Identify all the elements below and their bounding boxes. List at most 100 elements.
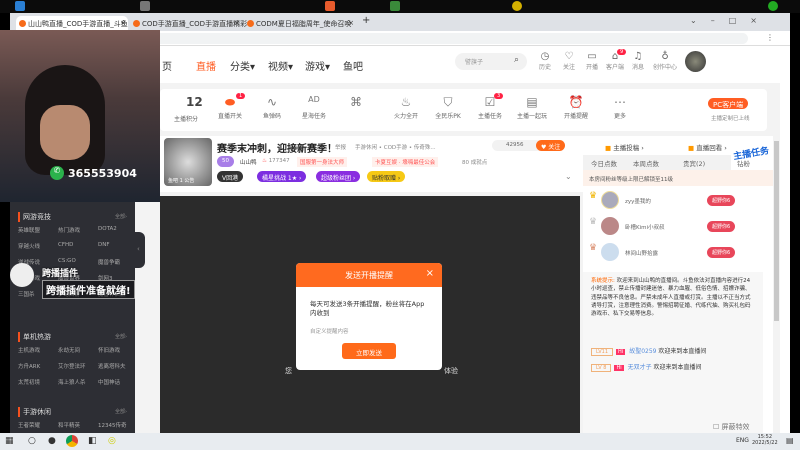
section-more-link[interactable]: 全部› bbox=[115, 333, 127, 340]
category-item[interactable]: DNF bbox=[98, 242, 110, 248]
category-item[interactable]: 太荒初境 bbox=[18, 378, 40, 386]
nav-home[interactable]: 页 bbox=[162, 58, 172, 73]
scrollbar[interactable] bbox=[774, 141, 779, 321]
gift-button[interactable]: ⌘ bbox=[336, 95, 376, 111]
close-tab-icon[interactable]: × bbox=[120, 19, 126, 27]
close-tab-icon[interactable]: × bbox=[348, 19, 354, 27]
live-reminder-button[interactable]: ⏰ 开播提醒 bbox=[556, 95, 596, 120]
browser-tab[interactable]: COD手游直播_COD手游直播精彩 × bbox=[130, 16, 247, 31]
language-indicator[interactable]: ENG bbox=[736, 437, 749, 444]
start-icon[interactable]: ▦ bbox=[5, 436, 14, 446]
nav-live[interactable]: 直播 bbox=[196, 58, 216, 73]
desktop-icon[interactable] bbox=[512, 1, 522, 11]
fire-button[interactable]: ♨ 火力全开 bbox=[386, 95, 426, 120]
notification-icon[interactable]: ▤ bbox=[786, 436, 794, 445]
anchor-posts-link[interactable]: ■ 主播投稿 › bbox=[605, 142, 644, 152]
messages-button[interactable]: ♫ 消息 bbox=[626, 51, 650, 71]
rank-row[interactable]: ♛ zyy墨我的 超野你6 bbox=[589, 191, 769, 215]
rank-row[interactable]: ♛ 林间山野拾露 超野你6 bbox=[589, 243, 769, 267]
follow-button[interactable]: ♥ 关注 bbox=[536, 140, 566, 151]
v-badge-pill[interactable]: V回港 bbox=[217, 171, 244, 182]
desktop-icon[interactable] bbox=[15, 1, 25, 11]
menu-icon[interactable]: ⋮ bbox=[766, 33, 774, 42]
app-icon[interactable]: ◧ bbox=[88, 436, 97, 446]
collapse-handle[interactable]: ‹ bbox=[135, 232, 145, 268]
fan-gift-pill[interactable]: 贴粉取赠 › bbox=[367, 171, 406, 182]
app-icon[interactable]: ● bbox=[48, 436, 56, 446]
union-tag[interactable]: 卡夏互娱 · 壕嗨最佳公会 bbox=[372, 157, 439, 167]
category-item[interactable]: 王者荣耀 bbox=[18, 421, 40, 429]
section-more-link[interactable]: 全部› bbox=[115, 213, 127, 220]
desktop-icon[interactable] bbox=[768, 1, 778, 11]
nav-video[interactable]: 视频▾ bbox=[268, 58, 293, 73]
desktop-icon[interactable] bbox=[390, 1, 400, 11]
nav-category[interactable]: 分类▾ bbox=[230, 58, 255, 73]
user-avatar[interactable] bbox=[685, 51, 706, 72]
category-item[interactable]: 永劫无间 bbox=[58, 346, 80, 354]
category-item[interactable]: 和平精英 bbox=[58, 421, 80, 429]
new-tab-button[interactable]: + bbox=[362, 15, 370, 26]
send-now-button[interactable]: 立即发送 bbox=[342, 343, 396, 359]
star-task-button[interactable]: AD 星海任务 bbox=[294, 95, 334, 120]
search-taskbar-icon[interactable]: ○ bbox=[28, 436, 36, 446]
category-item[interactable]: 主机游戏 bbox=[18, 346, 40, 354]
anchor-avatar[interactable]: 鱼吧 1 公告 bbox=[164, 138, 212, 186]
tab-week[interactable]: 本周点数 bbox=[633, 158, 659, 168]
category-item[interactable]: 怀旧游戏 bbox=[98, 346, 120, 354]
pc-client-button[interactable]: PC客户端 bbox=[708, 98, 749, 109]
star-challenge-pill[interactable]: 橘星挑战 1★ › bbox=[257, 171, 307, 182]
replay-link[interactable]: ■ 直播回看 › bbox=[688, 142, 727, 152]
category-item[interactable]: 穿越火线 bbox=[18, 242, 40, 250]
anchor-name[interactable]: 山山鸭 bbox=[240, 158, 257, 166]
search-icon[interactable]: ⌕ bbox=[514, 55, 519, 65]
nav-games[interactable]: 游戏▾ bbox=[305, 58, 330, 73]
more-button[interactable]: ⋯ 更多 bbox=[600, 95, 640, 120]
report-link[interactable]: 举报 bbox=[335, 143, 346, 151]
section-more-link[interactable]: 全部› bbox=[115, 408, 127, 415]
rank-row[interactable]: ♛ 卧槽Kimi小叔叔 超野你6 bbox=[589, 217, 769, 241]
category-item[interactable]: DOTA2 bbox=[98, 226, 117, 232]
follow-button[interactable]: ♡ 关注 bbox=[557, 51, 581, 71]
clock[interactable]: 15:52 2022/5/22 bbox=[752, 434, 778, 446]
obs-icon[interactable]: ◎ bbox=[108, 436, 116, 446]
window-controls[interactable]: ⌄–□× bbox=[690, 16, 771, 25]
start-live-button[interactable]: ▭ 开播 bbox=[580, 51, 604, 71]
category-item[interactable]: 英雄联盟 bbox=[18, 226, 40, 234]
category-item[interactable]: 三国杀 bbox=[18, 290, 35, 298]
close-icon[interactable]: × bbox=[426, 268, 434, 279]
category-item[interactable]: CS:GO bbox=[58, 258, 76, 264]
history-button[interactable]: ◷ 历史 bbox=[533, 51, 557, 71]
category-item[interactable]: 魔兽争霸 bbox=[98, 258, 120, 266]
creator-center-button[interactable]: ♁ 创作中心 bbox=[650, 51, 680, 71]
category-item[interactable]: CFHD bbox=[58, 242, 73, 248]
browser-tab[interactable]: 山山鸭直播_COD手游直播_斗鱼 × bbox=[16, 16, 128, 31]
expand-icon[interactable]: ⌄ bbox=[565, 172, 572, 181]
category-item[interactable]: 热门游戏 bbox=[58, 226, 80, 234]
room-category[interactable]: 手游休闲 • COD手游 • 传奇殊... bbox=[355, 143, 436, 151]
url-input[interactable]: douyu.com/201535 bbox=[58, 33, 748, 44]
category-item[interactable]: 方舟ARK bbox=[18, 362, 40, 370]
category-item[interactable]: 逃离塔科夫 bbox=[98, 362, 126, 370]
browser-tab[interactable]: CODM夏日福脂周年_使命召唤 × bbox=[244, 16, 356, 31]
rank-tag[interactable]: 国服第一身法大师 bbox=[297, 157, 348, 167]
category-item[interactable]: 12345传奇 bbox=[98, 421, 127, 429]
desktop-icon[interactable] bbox=[325, 1, 335, 11]
custom-content-input[interactable]: 自定义提醒内容 bbox=[310, 327, 349, 335]
nav-yuba[interactable]: 鱼吧 bbox=[343, 58, 363, 73]
super-fans-pill[interactable]: 超级粉丝团 › bbox=[316, 171, 361, 182]
tab-vip[interactable]: 贵宾(2) bbox=[683, 158, 705, 168]
pk-button[interactable]: ⛉ 全民乐PK bbox=[428, 95, 468, 120]
category-item[interactable]: 海上狼人杀 bbox=[58, 378, 86, 386]
category-item[interactable]: 中国神话 bbox=[98, 378, 120, 386]
client-button[interactable]: ⌂ 客户端 9 bbox=[603, 49, 627, 71]
close-tab-icon[interactable]: × bbox=[234, 19, 240, 27]
tab-today[interactable]: 今日点数 bbox=[591, 158, 617, 168]
category-item[interactable]: 艾尔登法环 bbox=[58, 362, 86, 370]
play-together-button[interactable]: ▤ 主播一起玩 bbox=[512, 95, 552, 120]
live-switch-button[interactable]: ⬬ 直播开关 1 bbox=[210, 93, 250, 120]
filter-effects-checkbox[interactable]: ☐ 屏蔽特效 bbox=[713, 422, 750, 432]
chrome-icon[interactable] bbox=[66, 435, 78, 447]
anchor-task-button[interactable]: ☑ 主播任务 3 bbox=[470, 93, 510, 120]
desktop-icon[interactable] bbox=[140, 1, 150, 11]
danmaku-button[interactable]: ∿ 鱼弹码 bbox=[252, 95, 292, 120]
